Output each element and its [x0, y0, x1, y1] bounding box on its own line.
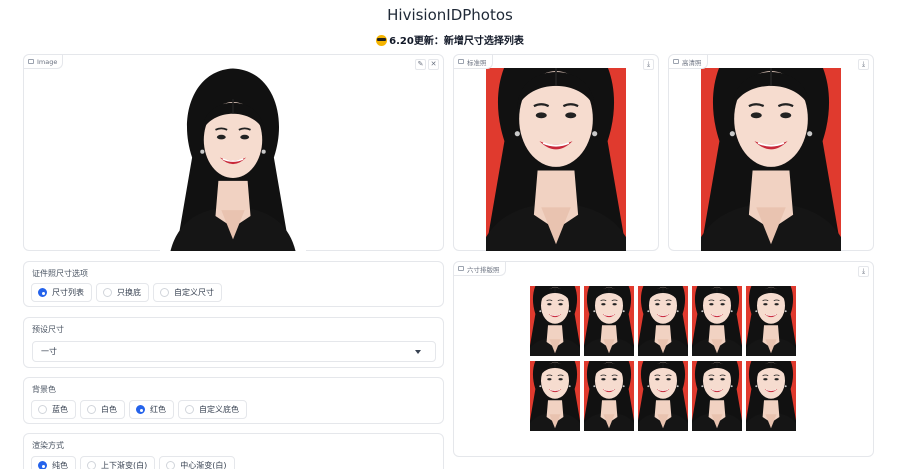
- size-options-panel: 证件照尺寸选项 尺寸列表 只换底 自定义尺寸: [23, 261, 444, 307]
- size-option-radio-label: 尺寸列表: [52, 288, 84, 297]
- layout-photo-cell: [530, 286, 580, 356]
- layout-portrait-image: [692, 361, 742, 431]
- size-option-radio-label: 只换底: [117, 288, 141, 297]
- bg-color-radio-0[interactable]: 蓝色: [31, 400, 76, 419]
- image-icon: [673, 59, 679, 64]
- layout-photo-cell: [746, 286, 796, 356]
- radio-dot-icon: [103, 288, 112, 297]
- layout-photo-cell: [638, 361, 688, 431]
- render-mode-radio-group: 纯色 上下渐变(白) 中心渐变(白): [31, 456, 235, 469]
- layout-photo-cell: [584, 361, 634, 431]
- layout-portrait-image: [584, 286, 634, 356]
- render-mode-radio-2[interactable]: 中心渐变(白): [159, 456, 235, 469]
- image-icon: [458, 59, 464, 64]
- hd-photo: [701, 68, 841, 251]
- layout-portrait-image: [746, 361, 796, 431]
- image-icon: [28, 59, 34, 64]
- app-title: HivisionIDPhotos: [387, 6, 513, 24]
- preset-size-label: 预设尺寸: [32, 325, 64, 334]
- radio-dot-icon: [38, 405, 47, 414]
- size-option-radio-0[interactable]: 尺寸列表: [31, 283, 92, 302]
- radio-dot-icon: [87, 461, 96, 469]
- layout-photo-panel: 六寸排版照 ⤓: [453, 261, 874, 457]
- radio-dot-icon: [38, 461, 47, 469]
- bg-color-radio-1[interactable]: 白色: [80, 400, 125, 419]
- close-icon[interactable]: ✕: [428, 59, 439, 70]
- radio-dot-icon: [38, 288, 47, 297]
- render-mode-radio-1[interactable]: 上下渐变(白): [80, 456, 156, 469]
- pencil-icon[interactable]: ✎: [415, 59, 426, 70]
- layout-portrait-image: [638, 286, 688, 356]
- input-image-label-text: Image: [37, 57, 58, 66]
- bg-color-radio-label: 蓝色: [52, 405, 68, 414]
- standard-photo: [486, 68, 626, 251]
- layout-portrait-image: [584, 361, 634, 431]
- size-options-label: 证件照尺寸选项: [32, 269, 88, 278]
- layout-photo-cell: [530, 361, 580, 431]
- layout-portrait-image: [638, 361, 688, 431]
- layout-photo-label-text: 六寸排版照: [467, 265, 500, 274]
- bg-color-radio-3[interactable]: 自定义底色: [178, 400, 247, 419]
- preset-size-panel: 预设尺寸 一寸: [23, 317, 444, 368]
- bg-color-radio-label: 自定义底色: [199, 405, 239, 414]
- download-icon[interactable]: ⤓: [858, 266, 869, 277]
- radio-dot-icon: [166, 461, 176, 469]
- render-mode-radio-label: 上下渐变(白): [101, 461, 148, 469]
- layout-photo-cell: [638, 286, 688, 356]
- portrait-image: [167, 67, 299, 251]
- render-mode-radio-label: 中心渐变(白): [180, 461, 227, 469]
- radio-dot-icon: [87, 405, 96, 414]
- bg-color-radio-label: 白色: [101, 405, 117, 414]
- hd-photo-label: 高清照: [669, 55, 708, 69]
- layout-grid: [530, 286, 796, 431]
- input-image-panel[interactable]: Image ✎ ✕: [23, 54, 444, 251]
- layout-photo-cell: [584, 286, 634, 356]
- layout-portrait-image: [692, 286, 742, 356]
- size-option-radio-2[interactable]: 自定义尺寸: [153, 283, 222, 302]
- download-icon[interactable]: ⤓: [643, 59, 654, 70]
- input-photo: [160, 67, 306, 251]
- radio-dot-icon: [136, 405, 145, 414]
- image-icon: [458, 266, 464, 271]
- render-mode-radio-0[interactable]: 纯色: [31, 456, 76, 469]
- download-icon[interactable]: ⤓: [858, 59, 869, 70]
- size-option-radio-label: 自定义尺寸: [174, 288, 214, 297]
- render-mode-panel: 渲染方式 纯色 上下渐变(白) 中心渐变(白): [23, 433, 444, 469]
- standard-portrait-image: [486, 68, 626, 251]
- layout-portrait-image: [530, 361, 580, 431]
- radio-dot-icon: [160, 288, 169, 297]
- hd-photo-panel: 高清照 ⤓: [668, 54, 874, 251]
- layout-portrait-image: [746, 286, 796, 356]
- layout-photo-cell: [746, 361, 796, 431]
- standard-photo-panel: 标准照 ⤓: [453, 54, 659, 251]
- standard-photo-label: 标准照: [454, 55, 493, 69]
- layout-photo-cell: [692, 361, 742, 431]
- bg-color-radio-group: 蓝色 白色 红色 自定义底色: [31, 400, 247, 419]
- preset-size-select[interactable]: 一寸: [32, 341, 436, 362]
- sunglasses-emoji-icon: [376, 35, 388, 46]
- hd-portrait-image: [701, 68, 841, 251]
- bg-color-label: 背景色: [32, 385, 56, 394]
- chevron-down-icon: [415, 350, 421, 354]
- hd-photo-label-text: 高清照: [682, 58, 702, 67]
- layout-photo-cell: [692, 286, 742, 356]
- preset-size-value: 一寸: [41, 347, 57, 356]
- render-mode-radio-label: 纯色: [52, 461, 68, 469]
- size-options-radio-group: 尺寸列表 只换底 自定义尺寸: [31, 283, 222, 302]
- layout-photo-label: 六寸排版照: [454, 262, 506, 276]
- bg-color-panel: 背景色 蓝色 白色 红色 自定义底色: [23, 377, 444, 424]
- subtitle-text: 6.20更新：新增尺寸选择列表: [389, 36, 524, 47]
- layout-portrait-image: [530, 286, 580, 356]
- bg-color-radio-label: 红色: [150, 405, 166, 414]
- render-mode-label: 渲染方式: [32, 441, 64, 450]
- standard-photo-label-text: 标准照: [467, 58, 487, 67]
- radio-dot-icon: [185, 405, 194, 414]
- input-image-label: Image: [24, 55, 64, 69]
- app-subtitle: 6.20更新：新增尺寸选择列表: [0, 32, 900, 47]
- size-option-radio-1[interactable]: 只换底: [96, 283, 149, 302]
- bg-color-radio-2[interactable]: 红色: [129, 400, 174, 419]
